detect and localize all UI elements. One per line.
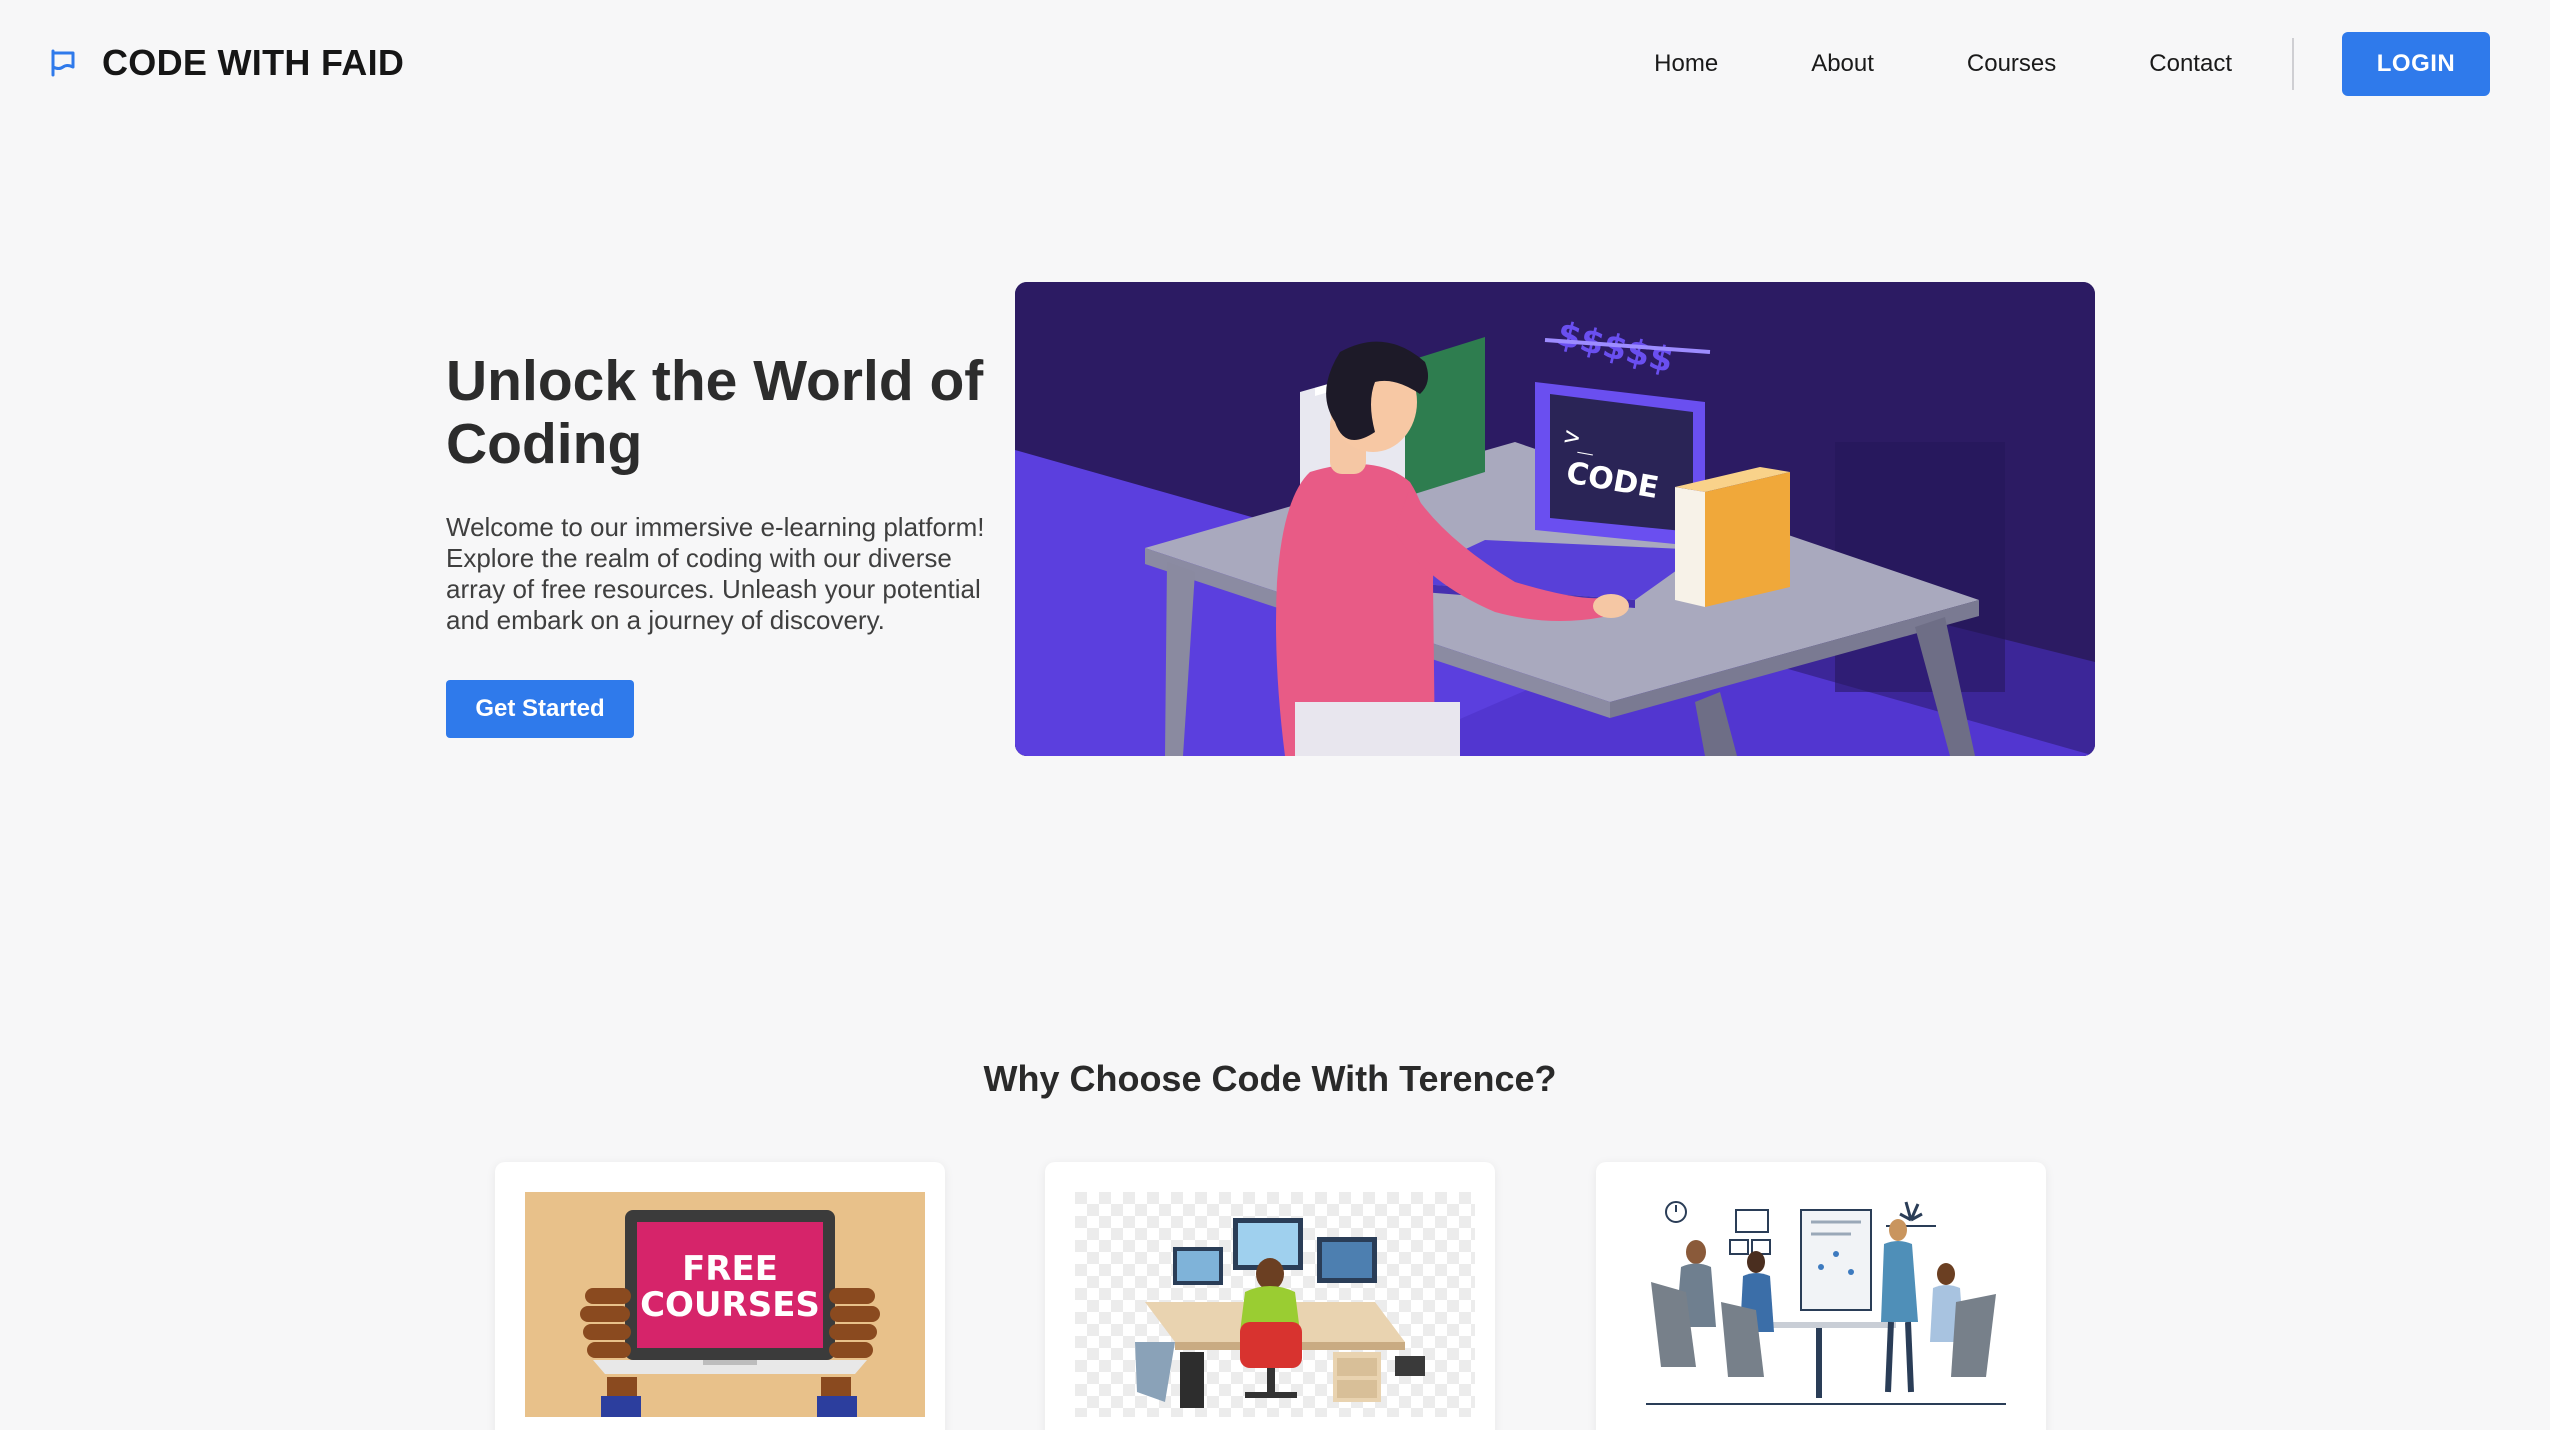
coder-at-desk-illustration: >_ CODE $$$$$ <box>1015 282 2095 756</box>
brand-name: CODE WITH FAID <box>102 42 405 83</box>
free-courses-line2: COURSES <box>640 1285 820 1325</box>
main-nav: Home About Courses Contact LOGIN <box>1654 32 2490 96</box>
hero-section: Unlock the World of Coding Welcome to ou… <box>446 350 1016 738</box>
features-cards: FREE COURSES <box>0 1162 2550 1430</box>
feature-card-workspace[interactable] <box>1045 1162 1495 1430</box>
free-courses-illustration: FREE COURSES <box>525 1192 925 1417</box>
nav-about[interactable]: About <box>1811 50 1874 78</box>
nav-contact[interactable]: Contact <box>2149 50 2232 78</box>
developer-workspace-illustration <box>1075 1192 1475 1417</box>
brand-logo[interactable]: CODE WITH FAID <box>48 42 404 84</box>
site-header: CODE WITH FAID Home About Courses Contac… <box>0 0 2550 130</box>
feature-card-community[interactable] <box>1596 1162 2046 1430</box>
nav-divider <box>2292 38 2294 90</box>
get-started-button[interactable]: Get Started <box>446 680 634 738</box>
flag-icon <box>51 49 75 77</box>
why-choose-title: Why Choose Code With Terence? <box>983 1058 1557 1099</box>
free-courses-line1: FREE <box>682 1249 778 1289</box>
hero-description: Welcome to our immersive e-learning plat… <box>446 512 985 635</box>
team-meeting-illustration <box>1626 1192 2026 1417</box>
nav-home[interactable]: Home <box>1654 50 1718 78</box>
nav-courses[interactable]: Courses <box>1967 50 2056 78</box>
hero-title: Unlock the World of Coding <box>446 349 984 476</box>
hero-illustration: >_ CODE $$$$$ <box>1015 282 2095 756</box>
login-button[interactable]: LOGIN <box>2342 32 2490 96</box>
laptop-prompt-text: >_ <box>1562 421 1598 456</box>
feature-card-free-courses[interactable]: FREE COURSES <box>495 1162 945 1430</box>
page: CODE WITH FAID Home About Courses Contac… <box>0 0 2550 1430</box>
